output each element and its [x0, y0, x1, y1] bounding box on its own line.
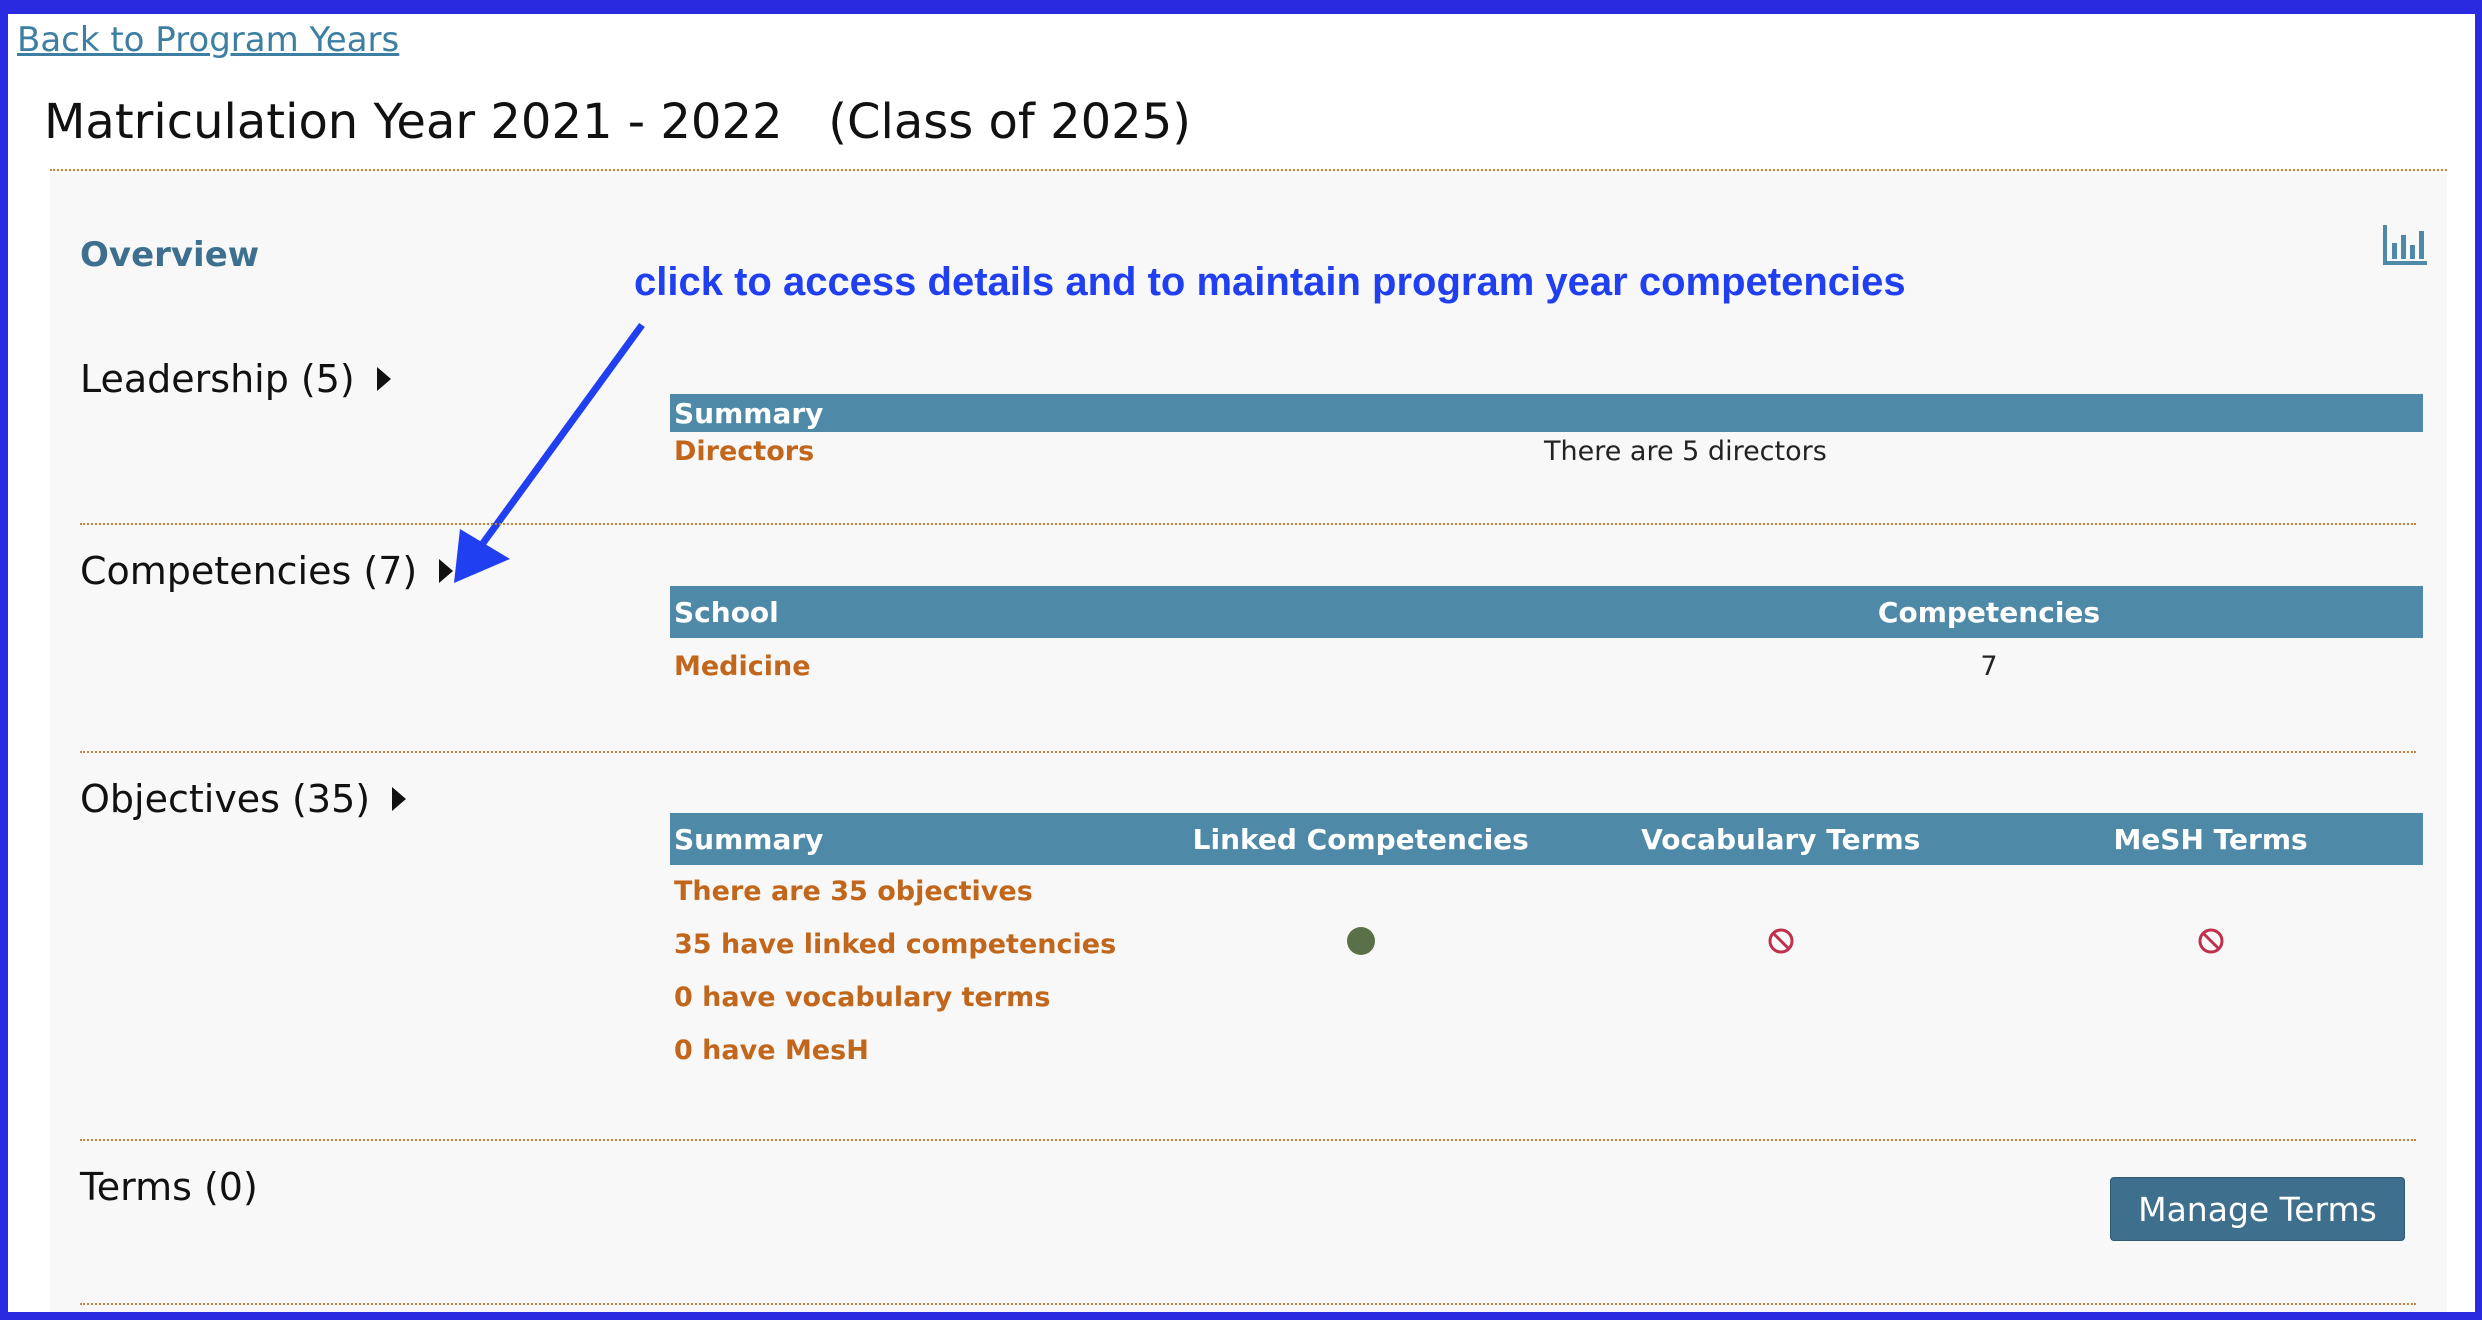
page-title: Matriculation Year 2021 - 2022 (Class of… — [44, 94, 1191, 150]
competencies-table-header: School Competencies — [670, 586, 2423, 638]
mesh-status-cell — [1998, 927, 2423, 962]
header-competencies: Competencies — [1877, 595, 2101, 629]
objectives-linked-link[interactable]: 35 have linked competencies — [674, 929, 1158, 960]
objectives-table: Summary Linked Competencies Vocabulary T… — [670, 813, 2423, 1077]
table-row: 0 have vocabulary terms — [670, 971, 2423, 1024]
table-row: 0 have MesH — [670, 1024, 2423, 1077]
prohibited-icon — [1768, 928, 1794, 954]
leadership-table: Summary Directors There are 5 directors — [670, 394, 2423, 470]
objectives-toggle[interactable]: Objectives (35) — [80, 777, 407, 821]
prohibited-icon — [2198, 928, 2224, 954]
competency-count: 7 — [1980, 650, 1998, 682]
annotation-callout: click to access details and to maintain … — [634, 260, 1906, 304]
directors-link[interactable]: Directors — [674, 436, 1544, 467]
header-mesh-terms: MeSH Terms — [2113, 822, 2308, 856]
terms-title: Terms (0) — [80, 1165, 258, 1209]
header-linked-competencies: Linked Competencies — [1192, 822, 1529, 856]
caret-right-icon — [376, 367, 391, 391]
header-summary: Summary — [674, 822, 824, 856]
overview-label: Overview — [80, 235, 260, 275]
objectives-total-link[interactable]: There are 35 objectives — [674, 876, 1164, 907]
competencies-toggle[interactable]: Competencies (7) — [80, 549, 454, 593]
app-window: Back to Program Years Matriculation Year… — [8, 14, 2475, 1312]
competencies-title: Competencies (7) — [80, 549, 418, 593]
section-divider — [80, 751, 2416, 753]
bar-chart-icon[interactable] — [2381, 223, 2429, 267]
header-vocabulary-terms: Vocabulary Terms — [1641, 822, 1921, 856]
section-divider — [80, 1303, 2416, 1305]
section-divider — [80, 1139, 2416, 1141]
header-school: School — [674, 595, 779, 629]
table-row: Medicine 7 — [670, 638, 2423, 694]
program-year-content: Overview click to access details and to … — [50, 169, 2447, 1312]
leadership-toggle[interactable]: Leadership (5) — [80, 357, 391, 401]
section-divider — [80, 523, 2416, 525]
caret-right-icon — [439, 559, 454, 583]
vocabulary-status-cell — [1563, 927, 1998, 962]
school-medicine-link[interactable]: Medicine — [674, 651, 1764, 682]
objectives-mesh-link[interactable]: 0 have MesH — [674, 1035, 1164, 1066]
leadership-table-header: Summary — [670, 394, 2423, 432]
caret-right-icon — [392, 787, 407, 811]
filled-circle-icon — [1346, 927, 1375, 955]
objectives-table-header: Summary Linked Competencies Vocabulary T… — [670, 813, 2423, 865]
objectives-vocabulary-link[interactable]: 0 have vocabulary terms — [674, 982, 1164, 1013]
linked-status-cell — [1158, 927, 1563, 962]
back-to-program-years-link[interactable]: Back to Program Years — [17, 20, 399, 60]
table-row: There are 35 objectives — [670, 865, 2423, 918]
manage-terms-button[interactable]: Manage Terms — [2110, 1177, 2405, 1241]
leadership-title: Leadership (5) — [80, 357, 355, 401]
leadership-header-summary: Summary — [674, 396, 824, 430]
competencies-table: School Competencies Medicine 7 — [670, 586, 2423, 694]
objectives-title: Objectives (35) — [80, 777, 371, 821]
table-row: Directors There are 5 directors — [670, 432, 2423, 470]
directors-summary: There are 5 directors — [1544, 435, 1827, 467]
table-row: 35 have linked competencies — [670, 918, 2423, 971]
